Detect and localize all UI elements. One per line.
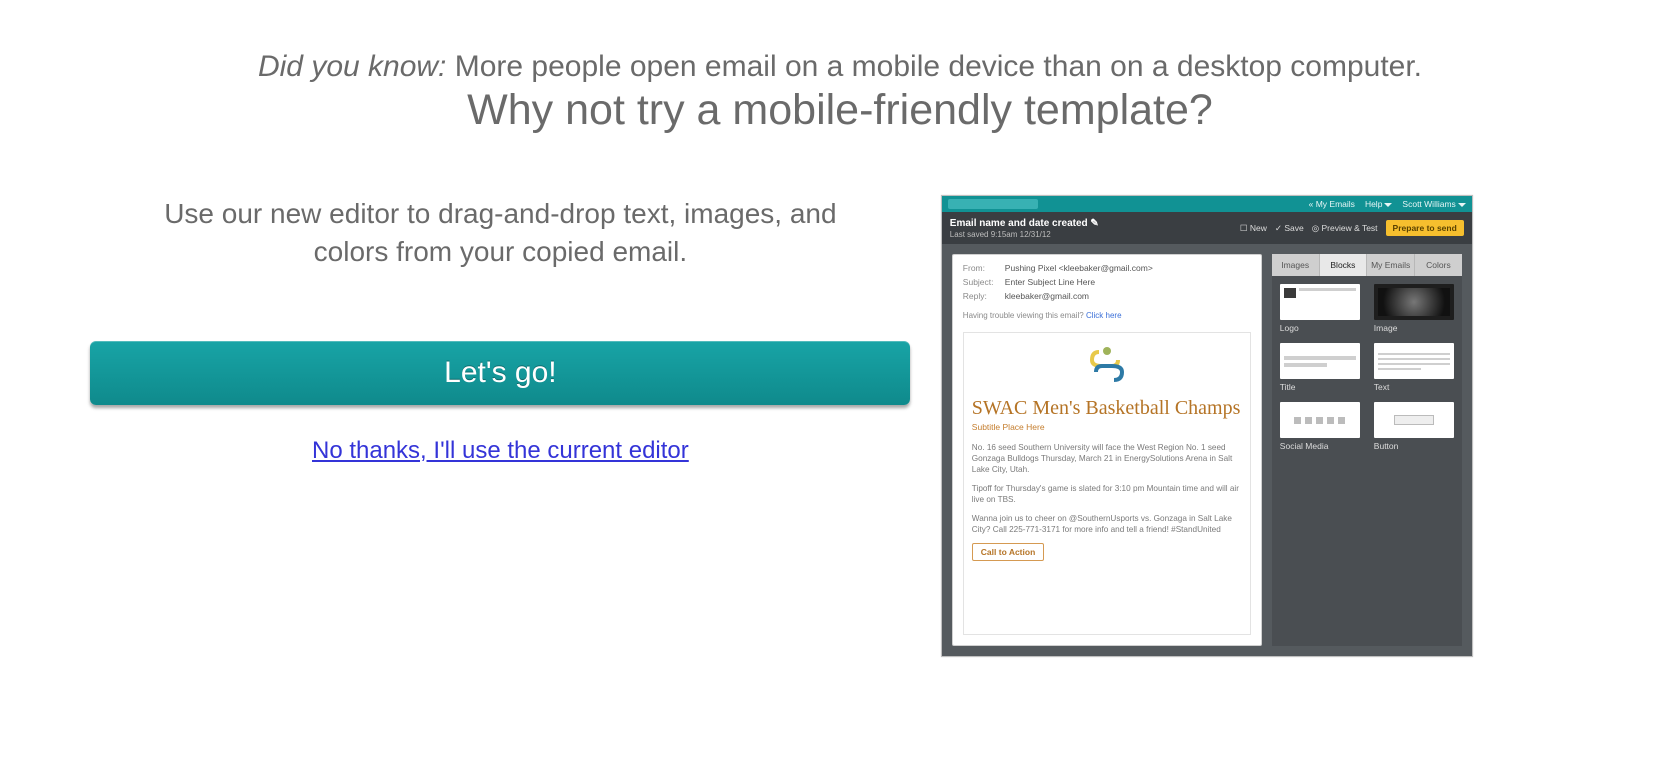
promo-subtext-line2: colors from your copied email. [314, 236, 687, 267]
action-save: ✓ Save [1275, 223, 1304, 234]
image-thumb-icon [1374, 284, 1454, 320]
preview-article-p1: No. 16 seed Southern University will fac… [972, 442, 1242, 475]
promo-intro-rest: More people open email on a mobile devic… [446, 50, 1422, 83]
button-thumb-icon [1374, 402, 1454, 438]
block-item-logo: Logo [1280, 284, 1360, 333]
click-here-link: Click here [1086, 311, 1122, 320]
preview-article-p2: Tipoff for Thursday's game is slated for… [972, 483, 1242, 505]
preview-last-saved: Last saved 9:15am 12/31/12 [950, 230, 1099, 239]
tab-images: Images [1272, 254, 1320, 276]
action-preview: ◎ Preview & Test [1312, 223, 1378, 234]
preview-email-name: Email name and date created [950, 218, 1088, 229]
text-thumb-icon [1374, 343, 1454, 379]
editor-preview: « My Emails Help Scott Williams Email na… [941, 195, 1473, 657]
preview-title-actions: ☐ New ✓ Save ◎ Preview & Test Prepare to… [1240, 220, 1464, 236]
promo-right-column: « My Emails Help Scott Williams Email na… [941, 195, 1491, 657]
preview-trouble-line: Having trouble viewing this email? Click… [953, 309, 1261, 326]
no-thanks-link[interactable]: No thanks, I'll use the current editor [312, 437, 689, 465]
su-logo-icon [1084, 346, 1130, 386]
social-thumb-icon [1280, 402, 1360, 438]
preview-article-p3: Wanna join us to cheer on @SouthernUspor… [972, 513, 1242, 535]
subject-value: Enter Subject Line Here [1005, 277, 1095, 287]
promo-headline: Why not try a mobile-friendly template? [0, 86, 1680, 135]
reply-label: Reply: [963, 291, 1005, 301]
subject-label: Subject: [963, 277, 1005, 287]
preview-side-panel: Images Blocks My Emails Colors Logo Imag… [1272, 254, 1462, 646]
from-value: Pushing Pixel <kleebaker@gmail.com> [1005, 263, 1153, 273]
chevron-down-icon [1458, 203, 1466, 207]
topbar-my-emails: « My Emails [1309, 199, 1355, 209]
chevron-down-icon [1384, 203, 1392, 207]
preview-email-canvas: From:Pushing Pixel <kleebaker@gmail.com>… [952, 254, 1262, 646]
pencil-icon: ✎ [1090, 218, 1098, 229]
block-item-image: Image [1374, 284, 1454, 333]
preview-titlebar: Email name and date created ✎ Last saved… [942, 212, 1472, 244]
reply-value: kleebaker@gmail.com [1005, 291, 1089, 301]
promo-subtext-line1: Use our new editor to drag-and-drop text… [164, 198, 836, 229]
block-item-button: Button [1374, 402, 1454, 451]
logo-thumb-icon [1280, 284, 1360, 320]
topbar-user: Scott Williams [1402, 199, 1465, 209]
title-thumb-icon [1280, 343, 1360, 379]
promo-left-column: Use our new editor to drag-and-drop text… [0, 195, 941, 465]
preview-article-subtitle: Subtitle Place Here [972, 422, 1242, 432]
preview-topbar: « My Emails Help Scott Williams [942, 196, 1472, 212]
preview-header-fields: From:Pushing Pixel <kleebaker@gmail.com>… [953, 255, 1261, 309]
lets-go-button[interactable]: Let's go! [90, 341, 910, 405]
promo-header: Did you know: More people open email on … [0, 0, 1680, 135]
preview-body: From:Pushing Pixel <kleebaker@gmail.com>… [942, 244, 1472, 656]
preview-brand [948, 199, 1038, 209]
tab-blocks: Blocks [1320, 254, 1368, 276]
promo-intro-line: Did you know: More people open email on … [0, 50, 1680, 84]
action-prepare-send: Prepare to send [1386, 220, 1464, 236]
block-item-social: Social Media [1280, 402, 1360, 451]
promo-intro-prefix: Did you know: [258, 50, 446, 83]
tab-colors: Colors [1415, 254, 1462, 276]
preview-blocks-grid: Logo Image Title Text [1272, 276, 1462, 459]
block-item-text: Text [1374, 343, 1454, 392]
preview-logo-area [972, 341, 1242, 391]
promo-body-row: Use our new editor to drag-and-drop text… [0, 195, 1680, 657]
topbar-help: Help [1365, 199, 1392, 209]
preview-topbar-right: « My Emails Help Scott Williams [1309, 199, 1466, 209]
preview-title-left: Email name and date created ✎ Last saved… [950, 218, 1099, 239]
from-label: From: [963, 263, 1005, 273]
block-item-title: Title [1280, 343, 1360, 392]
action-new: ☐ New [1240, 223, 1267, 234]
preview-email-page: SWAC Men's Basketball Champs Subtitle Pl… [963, 332, 1251, 635]
promo-subtext: Use our new editor to drag-and-drop text… [90, 195, 911, 271]
tab-my-emails: My Emails [1367, 254, 1415, 276]
preview-article-headline: SWAC Men's Basketball Champs [972, 397, 1242, 420]
preview-call-to-action: Call to Action [972, 543, 1044, 561]
preview-side-tabs: Images Blocks My Emails Colors [1272, 254, 1462, 276]
